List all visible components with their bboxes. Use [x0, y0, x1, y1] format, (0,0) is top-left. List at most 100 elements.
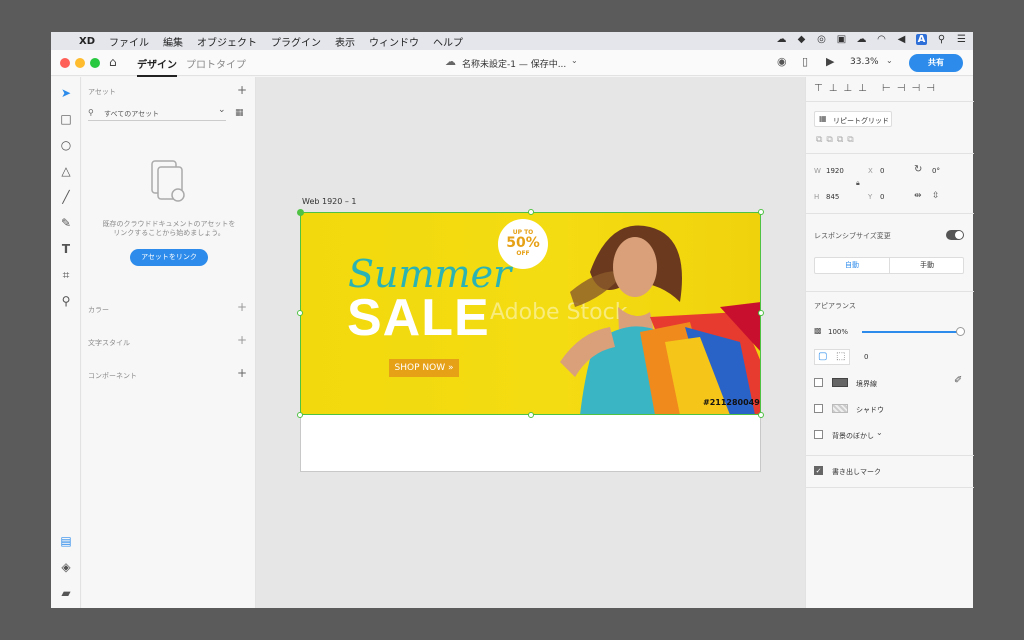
opacity-input[interactable]: 100%: [828, 328, 848, 336]
input-source-icon[interactable]: A: [916, 34, 927, 45]
cloud-sync-icon[interactable]: ☁: [776, 34, 787, 45]
close-window-button[interactable]: [60, 58, 70, 68]
height-label: H: [814, 193, 820, 201]
flip-horizontal-icon[interactable]: ⇹: [914, 191, 922, 201]
shadow-label: シャドウ: [856, 406, 884, 414]
resize-handle-bottom[interactable]: [528, 412, 534, 418]
border-checkbox[interactable]: [814, 378, 823, 387]
artboard-tool-icon[interactable]: ⌗: [58, 267, 74, 283]
shadow-color-swatch[interactable]: [832, 404, 848, 413]
add-component-icon[interactable]: +: [237, 366, 247, 380]
resize-handle-bottom-left[interactable]: [297, 412, 303, 418]
zoom-window-button[interactable]: [90, 58, 100, 68]
line-tool-icon[interactable]: ╱: [58, 189, 74, 205]
creative-cloud-icon[interactable]: ◎: [816, 34, 827, 45]
menu-plugins[interactable]: プラグイン: [271, 34, 321, 49]
tab-prototype[interactable]: プロトタイプ: [186, 56, 246, 71]
background-blur-checkbox[interactable]: [814, 430, 823, 439]
user-icon[interactable]: ◉: [777, 55, 787, 68]
menu-edit[interactable]: 編集: [163, 34, 183, 49]
ellipse-tool-icon[interactable]: ○: [58, 137, 74, 153]
sale-banner-image[interactable]: Adobe Stock Summer SALE SHOP NOW » UP TO…: [300, 212, 761, 415]
select-tool-icon[interactable]: ➤: [58, 85, 74, 101]
background-blur-chevron-icon[interactable]: ⌄: [876, 428, 883, 437]
flip-vertical-icon[interactable]: ⇳: [932, 191, 940, 201]
add-color-icon[interactable]: +: [237, 300, 247, 314]
dropbox-icon[interactable]: ◆: [796, 34, 807, 45]
opacity-slider-thumb[interactable]: [956, 327, 965, 336]
pen-tool-icon[interactable]: ✎: [58, 215, 74, 231]
text-tool-icon[interactable]: T: [58, 241, 74, 257]
rotation-input[interactable]: 0°: [932, 167, 940, 175]
minimize-window-button[interactable]: [75, 58, 85, 68]
menu-view[interactable]: 表示: [335, 34, 355, 49]
menu-window[interactable]: ウィンドウ: [369, 34, 419, 49]
home-icon[interactable]: ⌂: [109, 55, 117, 69]
asset-filter-select[interactable]: ⚲ すべてのアセット ⌄: [88, 105, 226, 121]
assets-panel-icon[interactable]: ▤: [58, 533, 74, 549]
menu-object[interactable]: オブジェクト: [197, 34, 257, 49]
per-corner-icon[interactable]: ⬚: [836, 351, 845, 362]
stock-id-label: #211280049: [703, 398, 760, 407]
artboard-label[interactable]: Web 1920 – 1: [302, 197, 357, 206]
lock-aspect-icon[interactable]: 🔒︎: [856, 179, 860, 188]
share-button[interactable]: 共有: [909, 54, 963, 72]
grid-view-icon[interactable]: ▦: [235, 108, 244, 118]
plugins-panel-icon[interactable]: ▰: [58, 585, 74, 601]
zoom-tool-icon[interactable]: ⚲: [58, 293, 74, 309]
cloud-document-icon: ☁: [445, 55, 456, 68]
resize-handle-left[interactable]: [297, 310, 303, 316]
appearance-heading: アピアランス: [814, 302, 856, 310]
add-character-style-icon[interactable]: +: [237, 333, 247, 347]
export-mark-label: 書き出しマーク: [832, 468, 881, 476]
zoom-chevron-icon[interactable]: ⌄: [886, 56, 893, 65]
resize-mode-segmented: 自動 手動: [814, 257, 964, 274]
export-mark-checkbox[interactable]: ✓: [814, 466, 823, 475]
polygon-tool-icon[interactable]: △: [58, 163, 74, 179]
device-preview-icon[interactable]: ▯: [802, 55, 808, 68]
resize-handle-bottom-right[interactable]: [758, 412, 764, 418]
resize-handle-top-right[interactable]: [758, 209, 764, 215]
play-preview-icon[interactable]: ▶: [826, 55, 834, 68]
link-handle-icon[interactable]: [297, 209, 304, 216]
app-menu[interactable]: XD: [79, 36, 95, 47]
eyedropper-icon[interactable]: ✐: [954, 375, 962, 386]
document-title[interactable]: 名称未設定-1 — 保存中...: [462, 57, 566, 70]
zoom-level[interactable]: 33.3%: [850, 57, 879, 67]
rectangle-tool-icon[interactable]: □: [58, 111, 74, 127]
layers-panel-icon[interactable]: ◈: [58, 559, 74, 575]
background-blur-label[interactable]: 背景のぼかし: [832, 431, 874, 441]
rotate-icon: ↻: [914, 164, 923, 175]
x-input[interactable]: 0: [880, 167, 884, 175]
height-input[interactable]: 845: [826, 193, 839, 201]
alignment-icons[interactable]: ⊤⊥⊥⊥ ⊢⊣⊣⊣: [814, 83, 941, 94]
repeat-grid-button[interactable]: ▦ リピートグリッド: [814, 111, 892, 127]
upload-icon[interactable]: ☁: [856, 34, 867, 45]
y-input[interactable]: 0: [880, 193, 884, 201]
shadow-checkbox[interactable]: [814, 404, 823, 413]
chevron-down-icon[interactable]: ⌄: [571, 56, 578, 65]
uniform-corner-icon[interactable]: ▢: [818, 351, 827, 362]
corner-radius-input[interactable]: 0: [864, 353, 868, 361]
width-input[interactable]: 1920: [826, 167, 844, 175]
backup-icon[interactable]: ▣: [836, 34, 847, 45]
design-canvas[interactable]: Web 1920 – 1 Adobe Stock Summer SALE SHO…: [256, 77, 805, 608]
resize-auto-button[interactable]: 自動: [815, 258, 890, 273]
colors-heading: カラー: [88, 306, 109, 314]
boolean-ops-icons[interactable]: ⧉⧉⧉⧉: [816, 135, 858, 145]
control-center-icon[interactable]: ☰: [956, 34, 967, 45]
resize-handle-right[interactable]: [758, 310, 764, 316]
volume-icon[interactable]: ◀: [896, 34, 907, 45]
wifi-icon[interactable]: ◠: [876, 34, 887, 45]
resize-handle-top[interactable]: [528, 209, 534, 215]
menu-file[interactable]: ファイル: [109, 34, 149, 49]
responsive-resize-toggle[interactable]: [946, 230, 964, 240]
resize-manual-button[interactable]: 手動: [890, 258, 964, 273]
menu-help[interactable]: ヘルプ: [433, 34, 463, 49]
border-color-swatch[interactable]: [832, 378, 848, 387]
spotlight-icon[interactable]: ⚲: [936, 34, 947, 45]
add-asset-icon[interactable]: +: [237, 83, 247, 97]
link-assets-button[interactable]: アセットをリンク: [130, 249, 208, 266]
opacity-slider-track[interactable]: [862, 331, 960, 333]
tab-design[interactable]: デザイン: [137, 56, 177, 77]
